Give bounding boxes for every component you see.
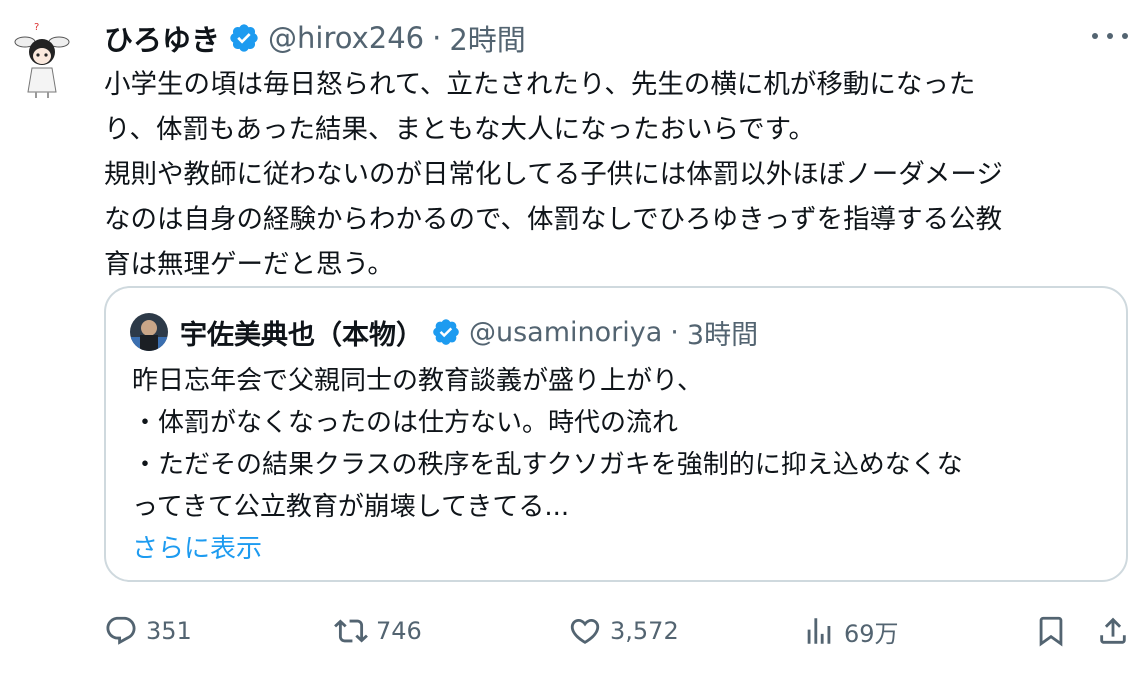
author-handle[interactable]: @hirox246 [268, 21, 424, 55]
retweet-count: 746 [376, 617, 422, 645]
quoted-tweet-text: 昨日忘年会で父親同士の教育談義が盛り上がり、 ・体罰がなくなったのは仕方ない。時… [132, 360, 963, 570]
quoted-text-line: ・ただその結果クラスの秩序を乱すクソガキを強制的に抑え込めなくな [132, 450, 963, 480]
quoted-author-handle: @usaminoriya [469, 316, 663, 348]
verified-badge-icon [230, 24, 258, 52]
author-name[interactable]: ひろゆき [104, 17, 220, 59]
bookmark-button[interactable] [1034, 608, 1076, 654]
views-button[interactable]: 69万 [802, 608, 899, 654]
svg-text:?: ? [34, 22, 39, 33]
separator-dot: · [432, 21, 442, 55]
quoted-tweet-card[interactable]: 宇佐美典也（本物） @usaminoriya · 3時間 昨日忘年会で父親同士の… [104, 286, 1128, 582]
quoted-tweet-header: 宇佐美典也（本物） @usaminoriya · 3時間 [130, 312, 758, 352]
reply-count: 351 [146, 617, 192, 645]
retweet-button[interactable]: 746 [334, 608, 422, 654]
share-button[interactable] [1096, 608, 1138, 654]
author-avatar[interactable]: ? [12, 18, 72, 102]
reply-icon [106, 616, 136, 645]
separator-dot: · [670, 316, 679, 348]
tweet-header: ひろゆき @hirox246 · 2時間 [104, 18, 526, 58]
tweet-text-line: 規則や教師に従わないのが日常化してる子供には体罰以外ほぼノーダメージ [104, 159, 1003, 190]
quoted-text-line: ってきて公立教育が崩壊してきてる... [132, 492, 570, 522]
share-icon [1100, 617, 1126, 644]
show-more-link[interactable]: さらに表示 [132, 528, 963, 570]
more-icon[interactable] [1092, 26, 1128, 46]
quoted-text-line: 昨日忘年会で父親同士の教育談義が盛り上がり、 [132, 366, 703, 396]
retweet-icon [334, 619, 368, 643]
quoted-text-line: ・体罰がなくなったのは仕方ない。時代の流れ [132, 408, 679, 438]
verified-badge-icon [433, 319, 459, 345]
tweet-time[interactable]: 2時間 [449, 17, 525, 59]
tweet-text-line: なのは自身の経験からわかるので、体罰なしでひろゆきっずを指導する公教 [104, 204, 1003, 235]
views-icon [807, 618, 831, 644]
tweet-action-bar: 351 746 3,572 69万 [0, 608, 1146, 654]
like-count: 3,572 [610, 617, 679, 645]
like-button[interactable]: 3,572 [568, 608, 679, 654]
tweet-text-line: り、体罰もあった結果、まともな大人になったおいらです。 [104, 114, 815, 145]
tweet-text-line: 小学生の頃は毎日怒られて、立たされたり、先生の横に机が移動になった [104, 69, 976, 100]
tweet-text-line: 育は無理ゲーだと思う。 [104, 249, 394, 280]
views-count: 69万 [844, 619, 899, 648]
quoted-tweet-time: 3時間 [686, 319, 759, 351]
heart-icon [570, 618, 600, 644]
reply-button[interactable]: 351 [104, 608, 192, 654]
quoted-author-avatar [130, 313, 168, 351]
tweet-text: 小学生の頃は毎日怒られて、立たされたり、先生の横に机が移動になった り、体罰もあ… [104, 62, 1104, 287]
bookmark-icon [1039, 616, 1063, 647]
quoted-author-name: 宇佐美典也（本物） [180, 319, 423, 351]
